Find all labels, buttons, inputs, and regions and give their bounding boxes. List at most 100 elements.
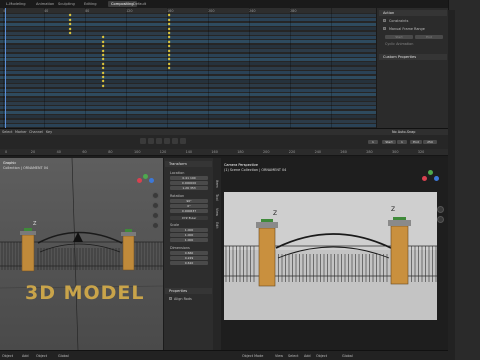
custom-properties-header[interactable]: Custom Properties: [379, 54, 447, 60]
dopesheet-channel-row[interactable]: [0, 106, 376, 110]
right-menu-object-mode[interactable]: Object Mode: [242, 354, 263, 358]
transform-header[interactable]: Transform: [165, 161, 212, 167]
right-menu-global[interactable]: Global: [342, 354, 353, 358]
tab-modeling[interactable]: L-Modeling: [6, 1, 26, 7]
dopesheet-channel-row[interactable]: [0, 71, 376, 75]
jump-start-button[interactable]: [140, 138, 146, 144]
dopesheet-channel-row[interactable]: [0, 44, 376, 48]
camera-gizmo-x-axis[interactable]: [422, 176, 427, 181]
camera-icon[interactable]: [152, 212, 159, 219]
end-frame-field[interactable]: 250: [423, 140, 437, 144]
dopesheet-channel-row[interactable]: [0, 80, 376, 83]
scale-y-field[interactable]: 1.000: [170, 233, 208, 237]
properties-tab-strip[interactable]: [448, 10, 455, 360]
prev-key-button[interactable]: [148, 138, 154, 144]
location-z-field[interactable]: 1.26 353: [170, 186, 208, 190]
tab-editing[interactable]: Editing: [84, 1, 97, 7]
viewport-left[interactable]: Graphic Collection | ORNAMENT 04 Z 3D MO…: [0, 158, 163, 350]
dopesheet-channel-row[interactable]: [0, 84, 376, 88]
current-frame-field[interactable]: 1: [368, 140, 378, 144]
menu-channel[interactable]: Channel: [29, 130, 43, 134]
tab-item[interactable]: Item: [215, 180, 219, 188]
dimension-y-field[interactable]: 0.229: [170, 256, 208, 260]
menu-key[interactable]: Key: [46, 130, 52, 134]
play-button[interactable]: [164, 138, 170, 144]
right-menu-object[interactable]: Object: [316, 354, 327, 358]
play-reverse-button[interactable]: [156, 138, 162, 144]
dopesheet-channel-row[interactable]: [0, 124, 376, 127]
scale-x-field[interactable]: 1.000: [170, 228, 208, 232]
dopesheet-channel-row[interactable]: [0, 110, 376, 114]
right-menu-select[interactable]: Select: [288, 354, 298, 358]
dopesheet-channel-row[interactable]: [0, 119, 376, 123]
dopesheet-channel-row[interactable]: [0, 102, 376, 105]
tab-edit[interactable]: Edit: [215, 222, 219, 229]
dimension-z-field[interactable]: 0.610: [170, 261, 208, 265]
end-field[interactable]: End: [415, 35, 443, 39]
camera-pan-icon[interactable]: [437, 216, 444, 223]
location-x-field[interactable]: 0.41 190: [170, 176, 208, 180]
dopesheet-channel-row[interactable]: [0, 31, 376, 35]
grid-icon[interactable]: [152, 222, 159, 229]
next-key-button[interactable]: [172, 138, 178, 144]
dopesheet-channel-row[interactable]: [0, 93, 376, 97]
dopesheet-channel-row[interactable]: [0, 66, 376, 70]
constraints-checkbox[interactable]: [383, 19, 386, 22]
cyclic-label[interactable]: Cyclic Animation: [385, 42, 413, 46]
gizmo-z-axis[interactable]: [149, 178, 154, 183]
tab-animation[interactable]: Animation: [36, 1, 54, 7]
camera-gizmo-z-axis[interactable]: [434, 176, 439, 181]
right-menu-view[interactable]: View: [275, 354, 283, 358]
scale-z-field[interactable]: 1.000: [170, 238, 208, 242]
dopesheet-channel-row[interactable]: [0, 14, 376, 17]
dopesheet-channel-row[interactable]: [0, 53, 376, 57]
menu-marker[interactable]: Marker: [15, 130, 27, 134]
left-menu-object[interactable]: Object: [2, 354, 13, 358]
dopesheet-channel-row[interactable]: [0, 18, 376, 22]
dopesheet-channel-row[interactable]: [0, 75, 376, 79]
rotation-mode-select[interactable]: XYZ Euler: [170, 216, 208, 220]
gizmo-y-axis[interactable]: [143, 174, 148, 179]
menu-select[interactable]: Select: [2, 130, 12, 134]
start-field[interactable]: Start: [385, 35, 413, 39]
tab-default[interactable]: Default: [133, 1, 146, 7]
camera-zoom-icon[interactable]: [437, 206, 444, 213]
jump-end-button[interactable]: [180, 138, 186, 144]
dimension-x-field[interactable]: 0.660: [170, 251, 208, 255]
dopesheet-editor[interactable]: 04080120160200240280: [0, 8, 376, 128]
dopesheet-channel-row[interactable]: [0, 62, 376, 66]
tab-view[interactable]: View: [215, 208, 219, 216]
gizmo-x-axis[interactable]: [137, 178, 142, 183]
right-menu-add[interactable]: Add: [304, 354, 311, 358]
dopesheet-channel-row[interactable]: [0, 58, 376, 61]
camera-gizmo-y-axis[interactable]: [428, 170, 433, 175]
dopesheet-channel-row[interactable]: [0, 27, 376, 31]
timeline-ruler[interactable]: 0 20 40 60 80 100 120 140 160 180 200 220 240 260 280 3…: [0, 149, 448, 156]
dopesheet-channel-row[interactable]: [0, 97, 376, 101]
left-menu-object-2[interactable]: Object: [36, 354, 47, 358]
playhead[interactable]: [5, 8, 6, 128]
dopesheet-channel-row[interactable]: [0, 22, 376, 26]
zoom-icon[interactable]: [152, 192, 159, 199]
dopesheet-channel-row[interactable]: [0, 49, 376, 53]
tab-sculpting[interactable]: Sculpting: [58, 1, 75, 7]
location-y-field[interactable]: 0.000000: [170, 181, 208, 185]
properties-header[interactable]: Properties: [165, 288, 212, 294]
action-header[interactable]: Action: [379, 10, 447, 16]
dopesheet-channel-row[interactable]: [0, 40, 376, 44]
manual-range-checkbox[interactable]: [383, 27, 386, 30]
auto-snap-select[interactable]: No Auto-Snap: [392, 130, 415, 134]
start-frame-field[interactable]: 1: [397, 140, 407, 144]
viewport-camera[interactable]: Camera Perspective (1) Scene Collection …: [221, 158, 448, 350]
pan-hand-icon[interactable]: [152, 202, 159, 209]
dopesheet-channel-row[interactable]: [0, 115, 376, 119]
left-menu-global[interactable]: Global: [58, 354, 69, 358]
rotation-x-field[interactable]: 90°: [170, 199, 208, 203]
align-rods-checkbox[interactable]: [169, 297, 172, 300]
rotation-y-field[interactable]: 0°: [170, 204, 208, 208]
dopesheet-channel-row[interactable]: [0, 36, 376, 39]
rotation-z-field[interactable]: 0.000637: [170, 209, 208, 213]
dopesheet-channel-row[interactable]: [0, 88, 376, 92]
tab-tool[interactable]: Tool: [215, 194, 219, 201]
left-menu-add[interactable]: Add: [22, 354, 29, 358]
